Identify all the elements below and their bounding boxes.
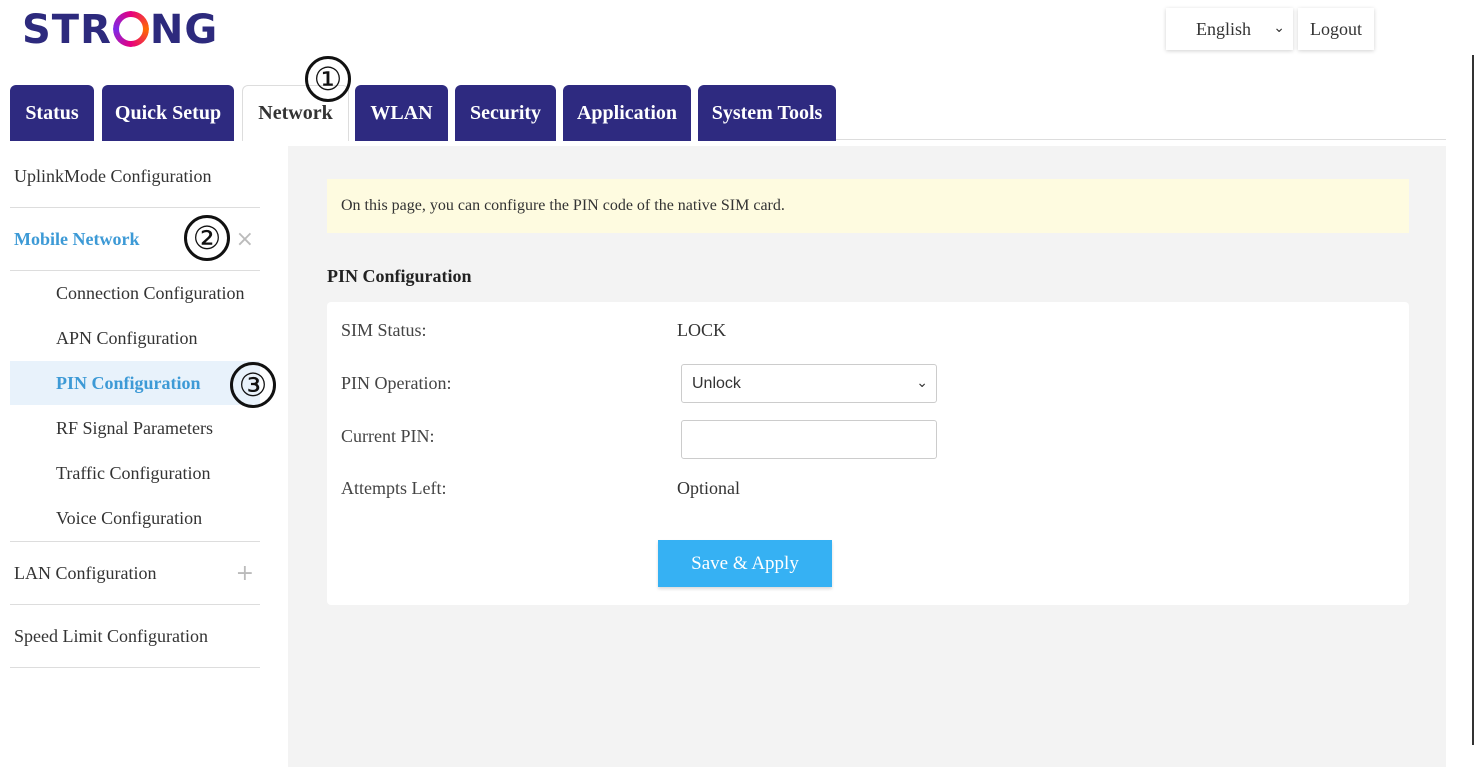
attempts-left-value: Optional [677,478,740,498]
pin-config-card: SIM Status: LOCK PIN Operation: Unlock ⌄… [327,302,1409,605]
logout-button[interactable]: Logout [1298,8,1374,50]
pin-operation-select[interactable]: Unlock ⌄ [681,364,937,403]
current-pin-input[interactable] [681,420,937,459]
sidebar-item-label: LAN Configuration [14,562,157,583]
tabs-divider [836,139,1446,140]
strong-logo: STR NG [22,7,219,53]
save-apply-button[interactable]: Save & Apply [658,540,832,587]
attempts-left-label: Attempts Left: [341,478,447,498]
annotation-2: ② [184,215,230,261]
logo-o-mark [112,11,149,47]
sidebar-item-label: Speed Limit Configuration [14,625,208,646]
collapse-icon[interactable]: × [236,227,254,252]
tab-system-tools[interactable]: System Tools [698,85,836,141]
sidebar-item-lan-configuration[interactable]: LAN Configuration + [10,542,260,604]
sidebar-item-label: Mobile Network [14,228,140,249]
section-title: PIN Configuration [327,266,472,286]
sidebar-divider [10,667,260,668]
tab-application[interactable]: Application [563,85,691,141]
language-value: English [1196,18,1252,39]
sidebar-item-rf-signal-parameters[interactable]: RF Signal Parameters [10,406,260,450]
sidebar-item-apn-configuration[interactable]: APN Configuration [10,316,260,360]
annotation-1: ① [305,56,351,102]
tab-wlan[interactable]: WLAN [355,85,448,141]
pin-operation-value: Unlock [692,374,741,392]
tab-security[interactable]: Security [455,85,556,141]
scrollbar-edge [1472,55,1474,745]
tab-status[interactable]: Status [10,85,94,141]
sidebar-item-pin-configuration[interactable]: PIN Configuration [10,361,260,405]
chevron-down-icon: ⌄ [916,375,928,391]
pin-operation-label: PIN Operation: [341,373,452,393]
sim-status-label: SIM Status: [341,320,427,340]
current-pin-label: Current PIN: [341,426,435,446]
info-notice: On this page, you can configure the PIN … [327,179,1409,233]
tab-quick-setup[interactable]: Quick Setup [102,85,234,141]
language-select[interactable]: English ⌄ [1166,8,1293,50]
sidebar-item-label: UplinkMode Configuration [14,165,212,186]
sim-status-value: LOCK [677,320,726,340]
sidebar-item-connection-configuration[interactable]: Connection Configuration [10,271,260,315]
sidebar-item-uplink-mode[interactable]: UplinkMode Configuration [10,145,260,207]
chevron-down-icon: ⌄ [1273,20,1285,36]
main-content: On this page, you can configure the PIN … [288,146,1446,767]
sidebar-item-voice-configuration[interactable]: Voice Configuration [10,496,260,540]
expand-icon[interactable]: + [236,561,254,586]
sidebar-item-speed-limit-configuration[interactable]: Speed Limit Configuration [10,605,260,667]
sidebar-item-traffic-configuration[interactable]: Traffic Configuration [10,451,260,495]
annotation-3: ③ [230,362,276,408]
logo-text: STR NG [22,7,219,53]
